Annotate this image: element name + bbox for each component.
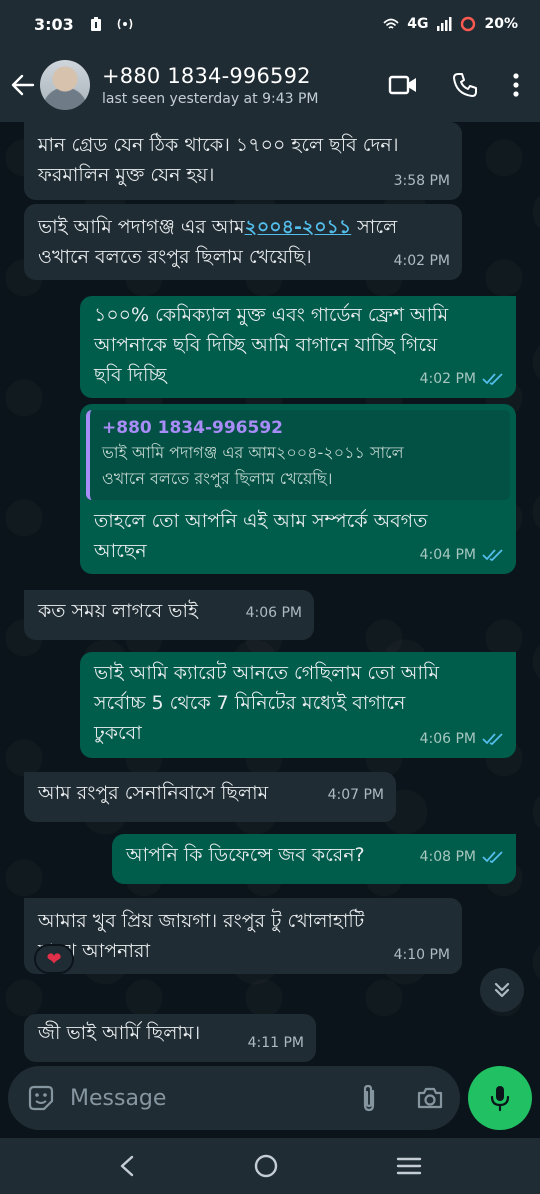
message-time: 4:02 PM — [393, 253, 450, 269]
signal-icon — [437, 17, 452, 31]
message-input-container[interactable]: Message — [8, 1066, 461, 1130]
avatar[interactable] — [40, 60, 90, 110]
message-bubble-outgoing[interactable]: ১০০% কেমিক্যাল মুক্ত এবং গার্ডেন ফ্রেশ আ… — [80, 296, 516, 398]
message-text: মাঝে আপনারা — [38, 940, 150, 962]
battery-percent: 20% — [484, 16, 518, 32]
quoted-text: ওখানে বলতে রংপুর ছিলাম খেয়েছি। — [102, 469, 333, 488]
message-text: তাহলে তো আপনি এই আম সম্পর্কে অবগত — [94, 510, 428, 532]
message-text: আমার খুব প্রিয় জায়গা। রংপুর টু খোলাহাট… — [38, 910, 365, 932]
message-text: ফরমালিন মুক্ত যেন হয়। — [38, 164, 215, 186]
message-time: 4:02 PM — [419, 371, 476, 387]
back-arrow-icon[interactable] — [8, 70, 38, 100]
read-receipt-icon — [482, 549, 503, 562]
message-bubble-incoming[interactable]: আমার খুব প্রিয় জায়গা। রংপুর টু খোলাহাট… — [24, 898, 462, 974]
nav-home-icon[interactable] — [253, 1153, 279, 1179]
status-bar: 3:03 4G 20% — [0, 0, 540, 48]
message-text: ১০০% কেমিক্যাল মুক্ত এবং গার্ডেন ফ্রেশ আ… — [94, 304, 449, 326]
double-chevron-down-icon — [494, 982, 510, 998]
message-bubble-incoming[interactable]: ভাই আমি পদাগঞ্জ এর আম২০০৪-২০১১ সালে ওখান… — [24, 204, 462, 280]
system-nav-bar — [0, 1138, 540, 1194]
voice-record-button[interactable] — [468, 1066, 532, 1130]
message-bubble-incoming[interactable]: জী ভাই আর্মি ছিলাম। 4:11 PM — [24, 1014, 316, 1062]
message-time: 4:06 PM — [245, 605, 302, 621]
contact-name: +880 1834-996592 — [102, 63, 311, 88]
wifi-calling-icon — [383, 18, 399, 29]
read-receipt-icon — [482, 851, 503, 864]
message-time: 4:07 PM — [327, 787, 384, 803]
message-text: সালে — [351, 216, 398, 238]
camera-icon[interactable] — [416, 1086, 444, 1110]
message-text: মান গ্রেড যেন ঠিক থাকে। ১৭০০ হলে ছবি দেন… — [38, 134, 399, 156]
contact-info[interactable]: +880 1834-996592 last seen yesterday at … — [102, 64, 388, 107]
video-call-icon[interactable] — [388, 74, 418, 96]
message-time: 4:08 PM — [419, 849, 476, 865]
message-bubble-incoming[interactable]: কত সময় লাগবে ভাই 4:06 PM — [24, 590, 314, 640]
scroll-to-bottom-button[interactable] — [480, 968, 524, 1012]
message-time: 4:11 PM — [247, 1035, 304, 1051]
nav-recents-icon[interactable] — [396, 1155, 422, 1177]
message-composer: Message — [0, 1058, 540, 1138]
message-bubble-outgoing[interactable]: +880 1834-996592 ভাই আমি পদাগঞ্জ এর আম২০… — [80, 404, 516, 574]
message-bubble-incoming[interactable]: মান গ্রেড যেন ঠিক থাকে। ১৭০০ হলে ছবি দেন… — [24, 122, 462, 200]
last-seen-status: last seen yesterday at 9:43 PM — [102, 90, 319, 107]
battery-icon — [461, 16, 476, 32]
sticker-emoji-icon[interactable] — [26, 1083, 56, 1113]
message-text: আপনাকে ছবি দিচ্ছি আমি বাগানে যাচ্ছি গিয়… — [94, 334, 438, 356]
message-bubble-incoming[interactable]: আম রংপুর সেনানিবাসে ছিলাম 4:07 PM — [24, 772, 396, 822]
read-receipt-icon — [482, 373, 503, 386]
message-time: 4:10 PM — [393, 947, 450, 963]
quoted-sender: +880 1834-996592 — [102, 418, 283, 438]
chat-header: +880 1834-996592 last seen yesterday at … — [0, 48, 540, 122]
message-link[interactable]: ২০০৪-২০১১ — [245, 216, 352, 238]
hotspot-icon — [117, 18, 133, 30]
attach-paperclip-icon[interactable] — [360, 1083, 378, 1113]
quoted-text: ভাই আমি পদাগঞ্জ এর আম২০০৪-২০১১ সালে — [102, 443, 404, 462]
notification-icon — [90, 17, 101, 31]
chat-area[interactable]: মান গ্রেড যেন ঠিক থাকে। ১৭০০ হলে ছবি দেন… — [0, 122, 540, 1070]
message-time: 3:58 PM — [393, 173, 450, 189]
message-time: 4:04 PM — [419, 547, 476, 563]
quoted-message[interactable]: +880 1834-996592 ভাই আমি পদাগঞ্জ এর আম২০… — [86, 410, 510, 500]
reaction-heart[interactable]: ❤ — [34, 944, 74, 974]
more-vert-icon[interactable] — [512, 72, 520, 98]
message-text: ভাই আমি ক্যারেট আনতে গেছিলাম তো আমি — [94, 662, 440, 684]
nav-back-icon[interactable] — [118, 1155, 136, 1177]
read-receipt-icon — [482, 733, 503, 746]
message-text: ভাই আমি পদাগঞ্জ এর আম — [38, 216, 245, 238]
voice-call-icon[interactable] — [452, 72, 478, 98]
message-text: সর্বোচ্চ 5 থেকে 7 মিনিটের মধ্যেই বাগানে — [94, 692, 406, 714]
message-bubble-outgoing[interactable]: আপনি কি ডিফেন্সে জব করেন? 4:08 PM — [112, 834, 516, 884]
network-type: 4G — [407, 16, 429, 32]
status-time: 3:03 — [34, 14, 74, 34]
message-time: 4:06 PM — [419, 731, 476, 747]
message-input[interactable]: Message — [70, 1086, 360, 1111]
message-bubble-outgoing[interactable]: ভাই আমি ক্যারেট আনতে গেছিলাম তো আমি সর্ব… — [80, 652, 516, 758]
microphone-icon — [491, 1086, 510, 1112]
message-text: ওখানে বলতে রংপুর ছিলাম খেয়েছি। — [38, 246, 312, 268]
